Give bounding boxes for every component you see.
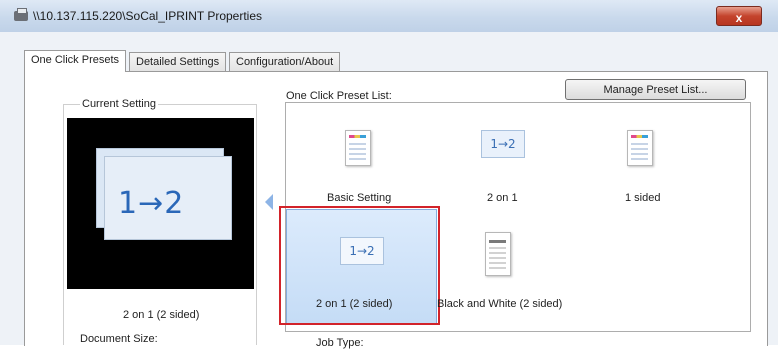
two-up-icon[interactable]: 1→2	[481, 130, 525, 158]
current-setting-caption: 2 on 1 (2 sided)	[123, 309, 200, 321]
preview-two-up-text: 1→2	[118, 186, 185, 221]
tab-detailed-settings[interactable]: Detailed Settings	[129, 52, 227, 71]
color-document-icon[interactable]	[345, 130, 371, 166]
grayscale-document-icon[interactable]	[485, 232, 511, 276]
preset-list-label: One Click Preset List:	[286, 90, 392, 102]
job-type-label: Job Type:	[316, 337, 364, 349]
title-bar: \\10.137.115.220\SoCal_IPRINT Properties…	[0, 0, 778, 33]
collapse-arrow-icon[interactable]	[265, 194, 273, 210]
window-title: \\10.137.115.220\SoCal_IPRINT Properties	[33, 9, 263, 23]
close-button[interactable]: x	[716, 6, 762, 26]
preset-basic-setting[interactable]: Basic Setting	[327, 192, 391, 204]
preset-2-on-1[interactable]: 2 on 1	[487, 192, 518, 204]
manage-preset-list-button[interactable]: Manage Preset List...	[565, 79, 746, 100]
selection-highlight-box	[279, 206, 440, 325]
document-size-label: Document Size:	[80, 333, 158, 345]
preset-black-and-white-2-sided[interactable]: Black and White (2 sided)	[437, 298, 562, 310]
color-document-icon[interactable]	[627, 130, 653, 166]
tab-one-click-presets[interactable]: One Click Presets	[24, 50, 127, 72]
tab-configuration-about[interactable]: Configuration/About	[229, 52, 341, 71]
preset-1-sided[interactable]: 1 sided	[625, 192, 660, 204]
printer-icon	[14, 8, 28, 21]
current-setting-label: Current Setting	[80, 98, 158, 110]
